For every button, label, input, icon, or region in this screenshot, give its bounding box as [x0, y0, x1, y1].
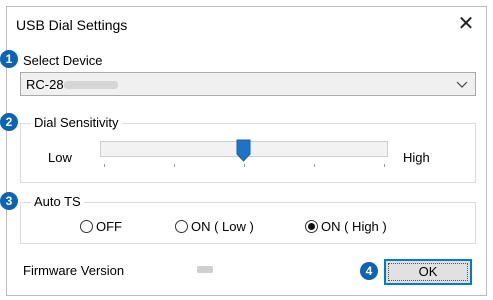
slider-low-label: Low	[48, 150, 72, 165]
callout-badge-2: 2	[0, 113, 18, 131]
select-device-label: Select Device	[23, 53, 103, 68]
callout-badge-1: 1	[0, 50, 18, 68]
device-serial-redacted	[64, 81, 118, 89]
radio-circle-selected	[305, 220, 318, 233]
device-select[interactable]: RC-28	[20, 72, 476, 96]
auto-ts-on-high-label: ON ( High )	[321, 219, 387, 234]
slider-tick	[174, 164, 175, 167]
slider-tick	[384, 164, 385, 167]
auto-ts-off-radio[interactable]: OFF	[80, 219, 122, 234]
auto-ts-on-high-radio[interactable]: ON ( High )	[305, 219, 387, 234]
ok-button[interactable]: OK	[384, 259, 472, 285]
radio-circle	[80, 220, 93, 233]
dial-sensitivity-legend: Dial Sensitivity	[31, 115, 122, 130]
slider-tick	[104, 164, 105, 167]
slider-tick	[314, 164, 315, 167]
ok-button-label: OK	[418, 264, 438, 279]
title-bar: USB Dial Settings ✕	[7, 7, 486, 43]
chevron-down-icon	[456, 81, 468, 88]
slider-high-label: High	[403, 150, 430, 165]
firmware-version-redacted	[197, 266, 213, 273]
auto-ts-off-label: OFF	[96, 219, 122, 234]
auto-ts-on-low-label: ON ( Low )	[191, 219, 254, 234]
window-title: USB Dial Settings	[16, 17, 128, 33]
device-select-value: RC-28	[26, 77, 64, 92]
slider-tick	[244, 164, 245, 167]
callout-badge-4: 4	[360, 262, 378, 280]
radio-circle	[175, 220, 188, 233]
slider-thumb[interactable]	[236, 139, 251, 162]
firmware-version-label: Firmware Version	[23, 263, 125, 278]
auto-ts-legend: Auto TS	[31, 194, 84, 209]
callout-badge-3: 3	[0, 192, 18, 210]
auto-ts-on-low-radio[interactable]: ON ( Low )	[175, 219, 254, 234]
close-icon[interactable]: ✕	[456, 13, 476, 35]
